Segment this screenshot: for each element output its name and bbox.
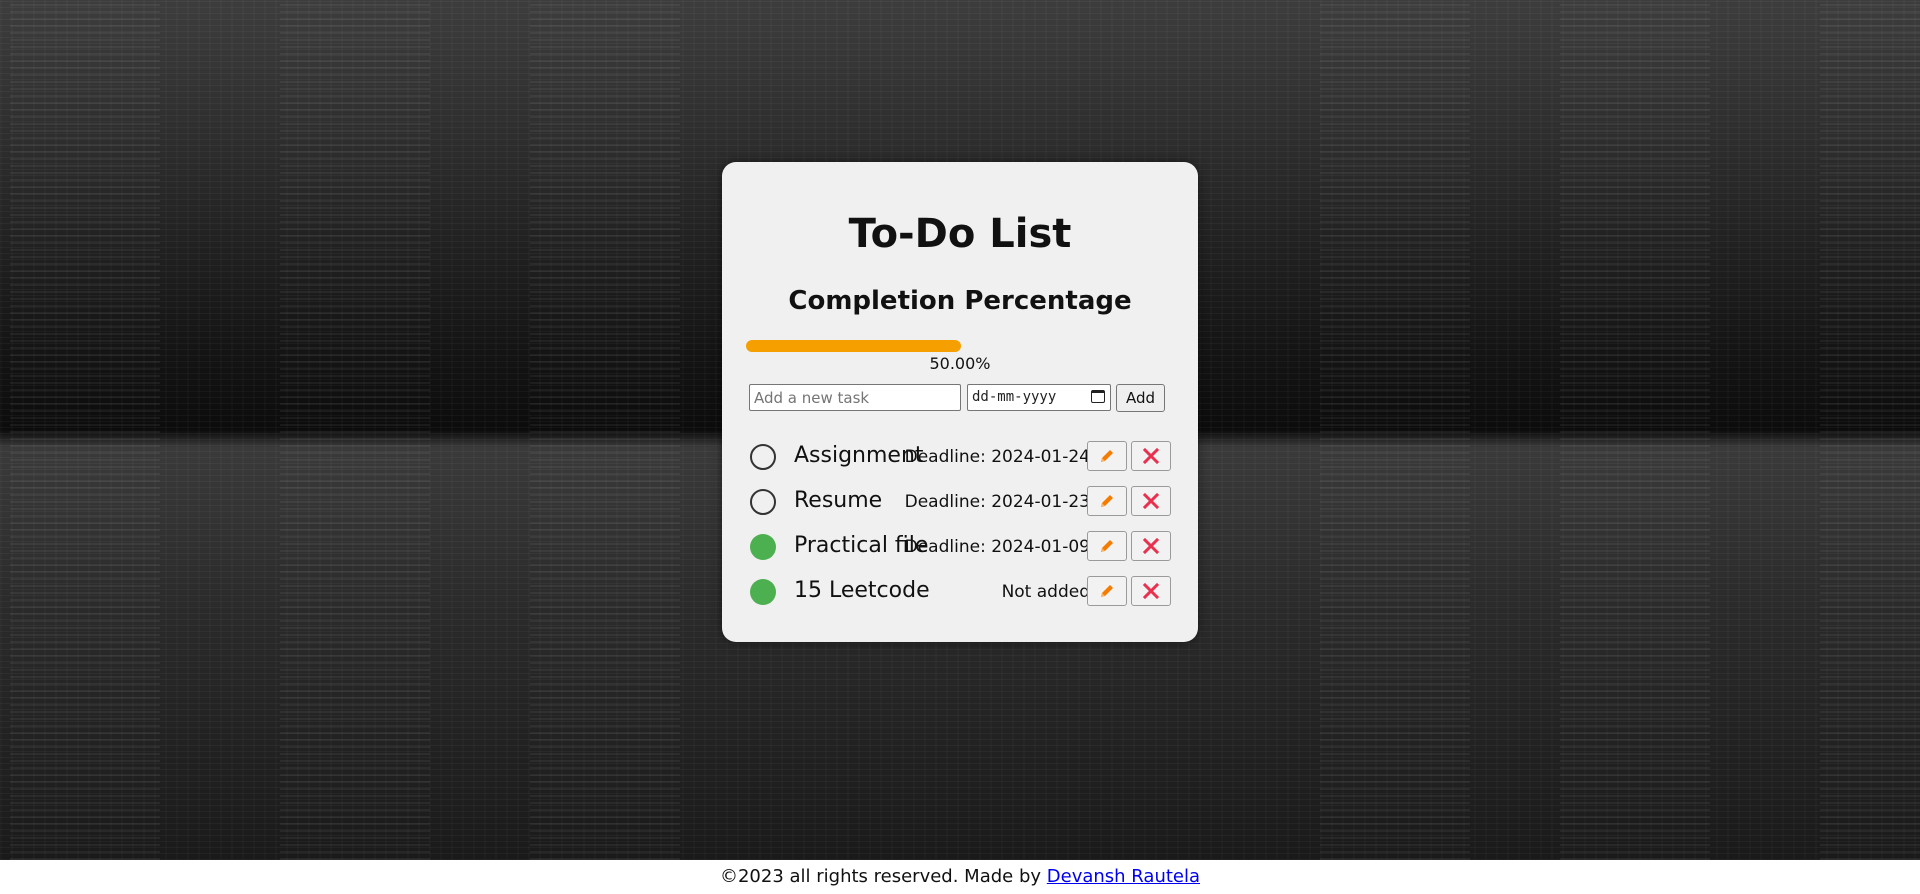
close-icon bbox=[1143, 448, 1159, 464]
delete-task-button[interactable] bbox=[1131, 486, 1171, 516]
date-placeholder: dd-mm-yyyy bbox=[972, 389, 1057, 405]
add-task-button[interactable]: Add bbox=[1116, 384, 1165, 412]
deadline-date-input[interactable]: dd-mm-yyyy bbox=[967, 384, 1111, 411]
task-toggle[interactable] bbox=[750, 489, 776, 515]
background-texture bbox=[1560, 0, 1710, 860]
background-texture bbox=[1320, 0, 1470, 860]
close-icon bbox=[1143, 538, 1159, 554]
task-name: 15 Leetcode bbox=[794, 578, 930, 603]
pencil-icon bbox=[1101, 450, 1113, 462]
pencil-icon bbox=[1101, 585, 1113, 597]
progress-bar bbox=[746, 340, 1176, 352]
task-toggle[interactable] bbox=[750, 534, 776, 560]
delete-task-button[interactable] bbox=[1131, 531, 1171, 561]
calendar-icon[interactable] bbox=[1091, 390, 1105, 403]
task-row: Resume Deadline: 2024-01-23 bbox=[750, 483, 1171, 517]
task-deadline: Deadline: 2024-01-23 bbox=[904, 492, 1090, 512]
task-deadline: Deadline: 2024-01-09 bbox=[904, 537, 1090, 557]
background-texture bbox=[280, 0, 430, 860]
footer: ©2023 all rights reserved. Made by Devan… bbox=[0, 866, 1920, 887]
edit-task-button[interactable] bbox=[1087, 531, 1127, 561]
task-row: 15 Leetcode Not added bbox=[750, 573, 1171, 607]
background-texture bbox=[1820, 0, 1920, 860]
task-deadline: Not added bbox=[1001, 582, 1090, 602]
edit-task-button[interactable] bbox=[1087, 576, 1127, 606]
footer-text: ©2023 all rights reserved. Made by bbox=[719, 866, 1047, 887]
author-link[interactable]: Devansh Rautela bbox=[1047, 866, 1200, 887]
task-deadline: Deadline: 2024-01-24 bbox=[904, 447, 1090, 467]
close-icon bbox=[1143, 493, 1159, 509]
background-texture bbox=[10, 0, 160, 860]
pencil-icon bbox=[1101, 495, 1113, 507]
page-title: To-Do List bbox=[848, 211, 1072, 257]
background-texture bbox=[530, 0, 680, 860]
task-toggle[interactable] bbox=[750, 444, 776, 470]
delete-task-button[interactable] bbox=[1131, 576, 1171, 606]
delete-task-button[interactable] bbox=[1131, 441, 1171, 471]
edit-task-button[interactable] bbox=[1087, 486, 1127, 516]
edit-task-button[interactable] bbox=[1087, 441, 1127, 471]
pencil-icon bbox=[1101, 540, 1113, 552]
new-task-input[interactable] bbox=[749, 384, 961, 411]
progress-fill bbox=[746, 340, 961, 352]
task-name: Resume bbox=[794, 488, 883, 513]
task-row: Assignment Deadline: 2024-01-24 bbox=[750, 438, 1171, 472]
task-toggle[interactable] bbox=[750, 579, 776, 605]
todo-card: To-Do List Completion Percentage 50.00% … bbox=[722, 162, 1198, 642]
completion-heading: Completion Percentage bbox=[788, 286, 1132, 316]
close-icon bbox=[1143, 583, 1159, 599]
task-row: Practical file Deadline: 2024-01-09 bbox=[750, 528, 1171, 562]
completion-percent: 50.00% bbox=[929, 354, 991, 373]
